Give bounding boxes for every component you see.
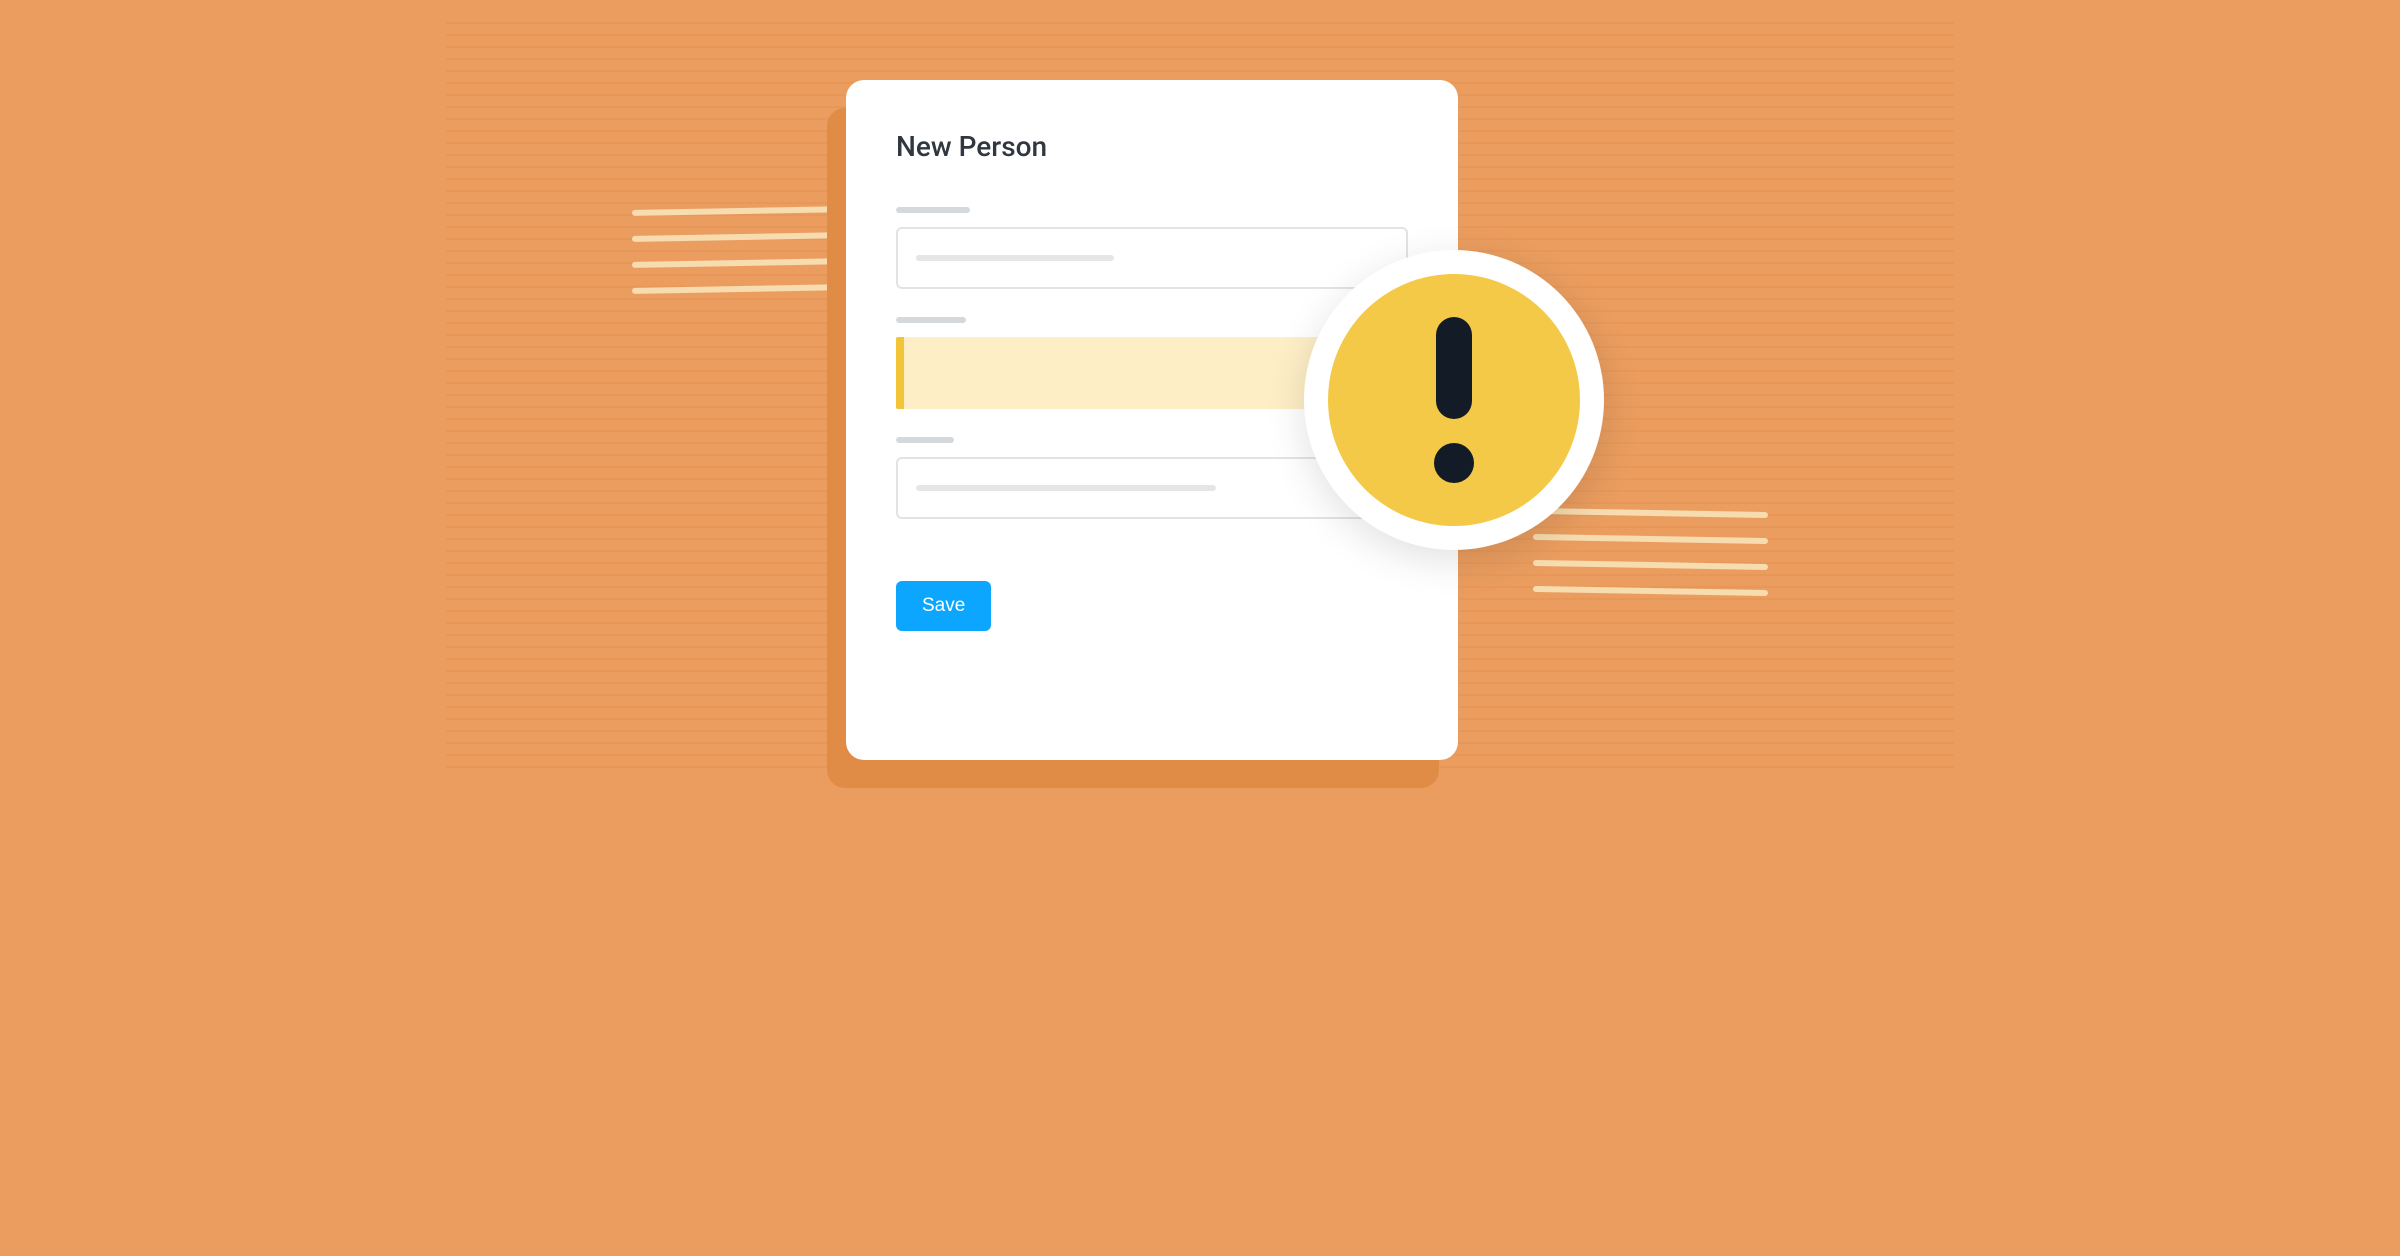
input-placeholder-3 — [916, 485, 1216, 491]
illustration-stage: New Person Save — [432, 0, 1968, 792]
field-label-1 — [896, 207, 970, 213]
card-title: New Person — [896, 130, 1408, 163]
save-button[interactable]: Save — [896, 581, 991, 631]
input-placeholder-1 — [916, 255, 1114, 261]
text-input-1[interactable] — [896, 227, 1408, 289]
decorative-waves-right — [1533, 510, 1768, 614]
decorative-waves-left — [632, 208, 847, 312]
exclamation-dot — [1434, 443, 1474, 483]
field-label-2 — [896, 317, 966, 323]
form-field-1 — [896, 207, 1408, 289]
field-label-3 — [896, 437, 954, 443]
exclamation-icon — [1328, 274, 1580, 526]
alert-badge — [1304, 250, 1604, 550]
exclamation-bar — [1436, 317, 1472, 419]
